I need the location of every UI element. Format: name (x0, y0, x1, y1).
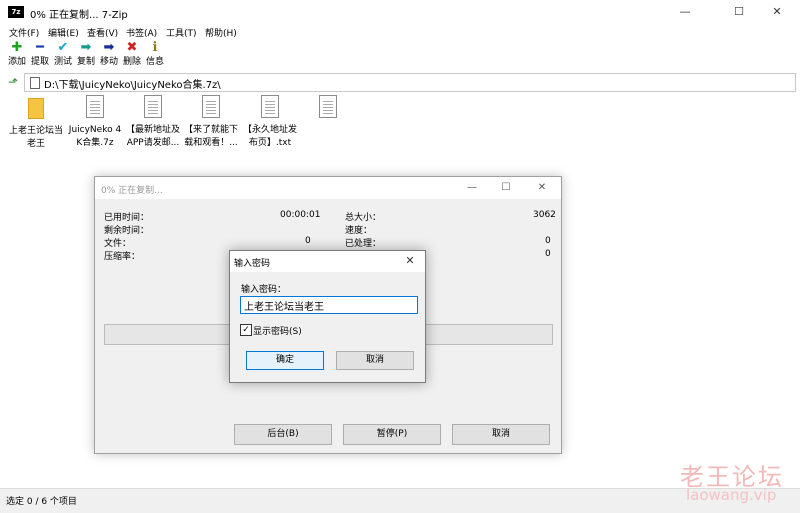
add-label: 添加 (7, 57, 26, 67)
archive-file-icon (30, 77, 40, 89)
files-value: 0 (305, 236, 311, 246)
progress-dialog-title: 0% 正在复制... (101, 186, 163, 196)
file-name: 【来了就能下载和观看！... (183, 125, 238, 148)
menu-edit[interactable]: 编辑(E) (48, 26, 79, 39)
file-icon (261, 95, 279, 118)
password-dialog: 输入密码 ✕ 输入密码： ✓ 显示密码(S) 确定 取消 (229, 250, 426, 383)
background-button[interactable]: 后台(B) (234, 424, 332, 445)
progress-close-button[interactable]: ✕ (525, 177, 559, 199)
menu-file[interactable]: 文件(F) (9, 26, 39, 39)
minus-icon: ━ (36, 40, 44, 55)
delete-icon: ✖ (126, 40, 138, 55)
ratio-label: 压缩率： (104, 252, 141, 262)
copy-button[interactable]: ➡ 复制 (74, 40, 98, 72)
address-field[interactable]: D:\下载\JuicyNeko\JuicyNeko合集.7z\ (24, 73, 796, 92)
files-label: 文件： (104, 239, 132, 249)
app-icon: 7z (8, 6, 24, 18)
password-cancel-button[interactable]: 取消 (336, 351, 414, 370)
password-label: 输入密码： (241, 285, 287, 295)
test-button[interactable]: ✔ 测试 (51, 40, 75, 72)
title-bar: 7z 0% 正在复制... 7-Zip — ☐ ✕ (0, 0, 800, 24)
list-item[interactable]: 【永久地址发布页】.txt (241, 95, 299, 150)
menu-help[interactable]: 帮助(H) (205, 26, 237, 39)
close-button[interactable]: ✕ (754, 0, 800, 24)
up-folder-icon[interactable]: ⬏ (6, 75, 20, 89)
progress-maximize-button[interactable]: ☐ (489, 177, 523, 199)
move-arrow-icon: ➡ (103, 40, 115, 55)
add-button[interactable]: ✚ 添加 (5, 40, 29, 72)
file-name: 【永久地址发布页】.txt (242, 125, 297, 148)
password-dialog-title-bar: 输入密码 ✕ (230, 251, 425, 272)
total-size-label: 总大小： (345, 213, 382, 223)
packed-size-value: 0 (545, 249, 551, 259)
remaining-time-label: 剩余时间： (104, 226, 150, 236)
move-label: 移动 (99, 57, 118, 67)
speed-label: 速度： (345, 226, 373, 236)
extract-button[interactable]: ━ 提取 (28, 40, 52, 72)
progress-minimize-button[interactable]: — (455, 177, 489, 199)
watermark-en: laowang.vip (686, 486, 777, 504)
file-icon (86, 95, 104, 118)
total-size-value: 3062 (533, 210, 556, 220)
file-icon (319, 95, 337, 118)
file-name: 【最新地址及APP请发邮... (125, 125, 180, 148)
menu-bookmarks[interactable]: 书签(A) (126, 26, 157, 39)
move-button[interactable]: ➡ 移动 (97, 40, 121, 72)
copy-arrow-icon: ➡ (80, 40, 92, 55)
check-icon: ✔ (57, 40, 69, 55)
address-path: D:\下载\JuicyNeko\JuicyNeko合集.7z\ (44, 80, 221, 91)
plus-icon: ✚ (11, 40, 23, 55)
progress-dialog-title-bar: 0% 正在复制... — ☐ ✕ (95, 177, 561, 199)
ok-button[interactable]: 确定 (246, 351, 324, 370)
password-dialog-close-button[interactable]: ✕ (402, 254, 418, 268)
info-icon: ℹ (152, 40, 158, 55)
password-input[interactable] (240, 296, 418, 314)
elapsed-time-value: 00:00:01 (280, 210, 321, 220)
test-label: 测试 (53, 57, 72, 67)
list-item[interactable]: 【最新地址及APP请发邮... (124, 95, 182, 150)
file-icon (202, 95, 220, 118)
menu-bar: 文件(F) 编辑(E) 查看(V) 书签(A) 工具(T) 帮助(H) (0, 24, 800, 40)
list-item[interactable]: JuicyNeko 4K合集.7z (66, 95, 124, 150)
menu-view[interactable]: 查看(V) (87, 26, 118, 39)
show-password-label: 显示密码(S) (253, 327, 302, 337)
address-bar: ⬏ D:\下载\JuicyNeko\JuicyNeko合集.7z\ (0, 72, 800, 93)
toolbar: ✚ 添加 ━ 提取 ✔ 测试 ➡ 复制 ➡ 移动 ✖ 删除 ℹ 信息 (0, 40, 800, 73)
list-item[interactable]: 【来了就能下载和观看！... (182, 95, 240, 150)
show-password-checkbox[interactable]: ✓ (240, 324, 252, 336)
pause-button[interactable]: 暂停(P) (343, 424, 441, 445)
file-name: 上老王论坛当老王 (8, 126, 63, 149)
list-item[interactable] (299, 95, 357, 124)
window-title: 0% 正在复制... 7-Zip (30, 10, 128, 21)
processed-value: 0 (545, 236, 551, 246)
copy-label: 复制 (76, 57, 95, 67)
password-dialog-title: 输入密码 (234, 259, 271, 269)
extract-label: 提取 (30, 57, 49, 67)
status-text: 选定 0 / 6 个项目 (6, 497, 77, 507)
folder-icon (28, 98, 44, 119)
elapsed-time-label: 已用时间： (104, 213, 150, 223)
delete-label: 删除 (122, 57, 141, 67)
cancel-button[interactable]: 取消 (452, 424, 550, 445)
info-button[interactable]: ℹ 信息 (143, 40, 167, 72)
delete-button[interactable]: ✖ 删除 (120, 40, 144, 72)
file-name: JuicyNeko 4K合集.7z (68, 125, 122, 148)
minimize-button[interactable]: — (662, 0, 708, 24)
list-item[interactable]: 上老王论坛当老王 (7, 95, 65, 151)
processed-label: 已处理： (345, 239, 382, 249)
file-icon (144, 95, 162, 118)
menu-tools[interactable]: 工具(T) (166, 26, 197, 39)
info-label: 信息 (145, 57, 164, 67)
